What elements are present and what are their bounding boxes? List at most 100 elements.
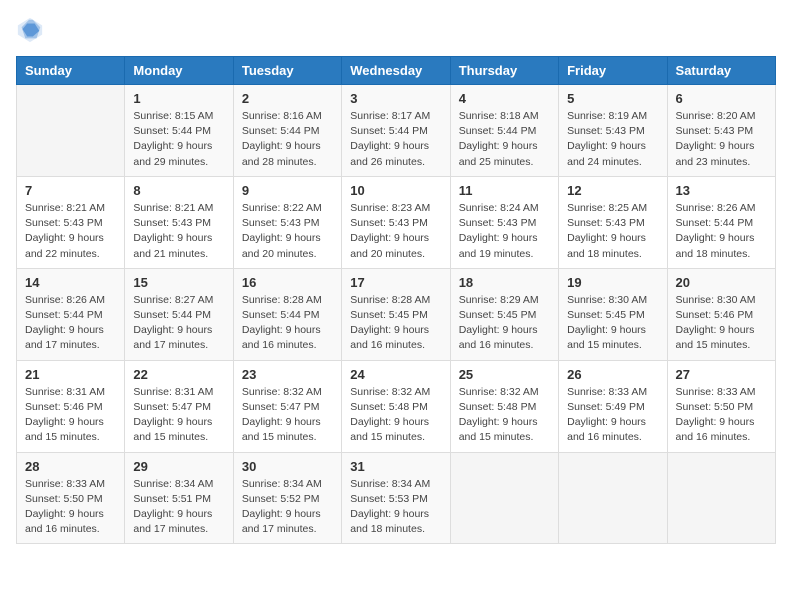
day-number: 30 [242, 459, 333, 474]
calendar-cell: 29Sunrise: 8:34 AM Sunset: 5:51 PM Dayli… [125, 452, 233, 544]
day-info: Sunrise: 8:18 AM Sunset: 5:44 PM Dayligh… [459, 109, 550, 170]
day-info: Sunrise: 8:24 AM Sunset: 5:43 PM Dayligh… [459, 201, 550, 262]
calendar-cell: 25Sunrise: 8:32 AM Sunset: 5:48 PM Dayli… [450, 360, 558, 452]
day-number: 21 [25, 367, 116, 382]
column-header-tuesday: Tuesday [233, 57, 341, 85]
day-number: 2 [242, 91, 333, 106]
calendar-cell: 14 Sunrise: 8:26 AM Sunset: 5:44 PM Dayli… [17, 268, 125, 360]
calendar-header-row: SundayMondayTuesdayWednesdayThursdayFrid… [17, 57, 776, 85]
day-number: 31 [350, 459, 441, 474]
day-info: Sunrise: 8:26 AM Sunset: 5:44 PM Dayligh… [25, 293, 116, 354]
day-info: Sunrise: 8:34 AM Sunset: 5:51 PM Dayligh… [133, 477, 224, 538]
calendar-week-row: 1 Sunrise: 8:15 AM Sunset: 5:44 PM Daylig… [17, 85, 776, 177]
day-number: 16 [242, 275, 333, 290]
day-info: Sunrise: 8:19 AM Sunset: 5:43 PM Dayligh… [567, 109, 658, 170]
day-info: Sunrise: 8:25 AM Sunset: 5:43 PM Dayligh… [567, 201, 658, 262]
day-info: Sunrise: 8:28 AM Sunset: 5:44 PM Dayligh… [242, 293, 333, 354]
calendar-cell: 6 Sunrise: 8:20 AM Sunset: 5:43 PM Daylig… [667, 85, 775, 177]
day-info: Sunrise: 8:33 AM Sunset: 5:49 PM Dayligh… [567, 385, 658, 446]
day-number: 12 [567, 183, 658, 198]
day-info: Sunrise: 8:33 AM Sunset: 5:50 PM Dayligh… [25, 477, 116, 538]
day-number: 3 [350, 91, 441, 106]
calendar-week-row: 21 Sunrise: 8:31 AM Sunset: 5:46 PM Dayli… [17, 360, 776, 452]
day-info: Sunrise: 8:30 AM Sunset: 5:46 PM Dayligh… [676, 293, 767, 354]
calendar-cell: 3 Sunrise: 8:17 AM Sunset: 5:44 PM Daylig… [342, 85, 450, 177]
calendar-cell: 31Sunrise: 8:34 AM Sunset: 5:53 PM Dayli… [342, 452, 450, 544]
header [16, 16, 776, 44]
day-info: Sunrise: 8:17 AM Sunset: 5:44 PM Dayligh… [350, 109, 441, 170]
day-info: Sunrise: 8:23 AM Sunset: 5:43 PM Dayligh… [350, 201, 441, 262]
day-number: 23 [242, 367, 333, 382]
day-info: Sunrise: 8:15 AM Sunset: 5:44 PM Dayligh… [133, 109, 224, 170]
day-number: 20 [676, 275, 767, 290]
day-info: Sunrise: 8:21 AM Sunset: 5:43 PM Dayligh… [25, 201, 116, 262]
day-number: 24 [350, 367, 441, 382]
calendar-cell: 15 Sunrise: 8:27 AM Sunset: 5:44 PM Dayli… [125, 268, 233, 360]
column-header-saturday: Saturday [667, 57, 775, 85]
day-number: 5 [567, 91, 658, 106]
day-info: Sunrise: 8:16 AM Sunset: 5:44 PM Dayligh… [242, 109, 333, 170]
day-number: 14 [25, 275, 116, 290]
calendar-cell: 18Sunrise: 8:29 AM Sunset: 5:45 PM Dayli… [450, 268, 558, 360]
column-header-sunday: Sunday [17, 57, 125, 85]
logo [16, 16, 48, 44]
day-number: 15 [133, 275, 224, 290]
calendar-cell: 10 Sunrise: 8:23 AM Sunset: 5:43 PM Dayli… [342, 176, 450, 268]
day-number: 6 [676, 91, 767, 106]
day-number: 26 [567, 367, 658, 382]
calendar-cell: 20 Sunrise: 8:30 AM Sunset: 5:46 PM Dayli… [667, 268, 775, 360]
day-number: 4 [459, 91, 550, 106]
calendar-cell: 4 Sunrise: 8:18 AM Sunset: 5:44 PM Daylig… [450, 85, 558, 177]
day-info: Sunrise: 8:20 AM Sunset: 5:43 PM Dayligh… [676, 109, 767, 170]
day-info: Sunrise: 8:33 AM Sunset: 5:50 PM Dayligh… [676, 385, 767, 446]
calendar-week-row: 14 Sunrise: 8:26 AM Sunset: 5:44 PM Dayli… [17, 268, 776, 360]
day-number: 18 [459, 275, 550, 290]
day-info: Sunrise: 8:28 AM Sunset: 5:45 PM Dayligh… [350, 293, 441, 354]
column-header-wednesday: Wednesday [342, 57, 450, 85]
day-number: 1 [133, 91, 224, 106]
day-number: 8 [133, 183, 224, 198]
calendar-cell: 21 Sunrise: 8:31 AM Sunset: 5:46 PM Dayli… [17, 360, 125, 452]
calendar-table: SundayMondayTuesdayWednesdayThursdayFrid… [16, 56, 776, 544]
calendar-week-row: 7 Sunrise: 8:21 AM Sunset: 5:43 PM Daylig… [17, 176, 776, 268]
day-number: 11 [459, 183, 550, 198]
day-info: Sunrise: 8:26 AM Sunset: 5:44 PM Dayligh… [676, 201, 767, 262]
calendar-cell [667, 452, 775, 544]
calendar-cell: 7 Sunrise: 8:21 AM Sunset: 5:43 PM Daylig… [17, 176, 125, 268]
day-number: 17 [350, 275, 441, 290]
day-number: 19 [567, 275, 658, 290]
day-number: 22 [133, 367, 224, 382]
day-number: 7 [25, 183, 116, 198]
column-header-monday: Monday [125, 57, 233, 85]
day-number: 10 [350, 183, 441, 198]
day-info: Sunrise: 8:32 AM Sunset: 5:47 PM Dayligh… [242, 385, 333, 446]
day-info: Sunrise: 8:31 AM Sunset: 5:46 PM Dayligh… [25, 385, 116, 446]
calendar-cell [559, 452, 667, 544]
calendar-cell: 22 Sunrise: 8:31 AM Sunset: 5:47 PM Dayli… [125, 360, 233, 452]
calendar-cell: 13Sunrise: 8:26 AM Sunset: 5:44 PM Dayli… [667, 176, 775, 268]
calendar-cell: 28 Sunrise: 8:33 AM Sunset: 5:50 PM Dayli… [17, 452, 125, 544]
logo-icon [16, 16, 44, 44]
day-number: 9 [242, 183, 333, 198]
day-number: 28 [25, 459, 116, 474]
calendar-cell: 19 Sunrise: 8:30 AM Sunset: 5:45 PM Dayli… [559, 268, 667, 360]
calendar-cell: 8 Sunrise: 8:21 AM Sunset: 5:43 PM Daylig… [125, 176, 233, 268]
day-info: Sunrise: 8:30 AM Sunset: 5:45 PM Dayligh… [567, 293, 658, 354]
calendar-cell: 17 Sunrise: 8:28 AM Sunset: 5:45 PM Dayli… [342, 268, 450, 360]
calendar-cell: 9 Sunrise: 8:22 AM Sunset: 5:43 PM Daylig… [233, 176, 341, 268]
day-info: Sunrise: 8:31 AM Sunset: 5:47 PM Dayligh… [133, 385, 224, 446]
calendar-cell: 11 Sunrise: 8:24 AM Sunset: 5:43 PM Dayli… [450, 176, 558, 268]
calendar-cell: 1 Sunrise: 8:15 AM Sunset: 5:44 PM Daylig… [125, 85, 233, 177]
calendar-cell: 27Sunrise: 8:33 AM Sunset: 5:50 PM Dayli… [667, 360, 775, 452]
column-header-thursday: Thursday [450, 57, 558, 85]
day-info: Sunrise: 8:21 AM Sunset: 5:43 PM Dayligh… [133, 201, 224, 262]
day-info: Sunrise: 8:22 AM Sunset: 5:43 PM Dayligh… [242, 201, 333, 262]
day-info: Sunrise: 8:34 AM Sunset: 5:52 PM Dayligh… [242, 477, 333, 538]
calendar-cell: 2 Sunrise: 8:16 AM Sunset: 5:44 PM Daylig… [233, 85, 341, 177]
day-info: Sunrise: 8:27 AM Sunset: 5:44 PM Dayligh… [133, 293, 224, 354]
day-info: Sunrise: 8:32 AM Sunset: 5:48 PM Dayligh… [459, 385, 550, 446]
day-info: Sunrise: 8:32 AM Sunset: 5:48 PM Dayligh… [350, 385, 441, 446]
calendar-cell [450, 452, 558, 544]
calendar-cell: 24 Sunrise: 8:32 AM Sunset: 5:48 PM Dayli… [342, 360, 450, 452]
calendar-week-row: 28 Sunrise: 8:33 AM Sunset: 5:50 PM Dayli… [17, 452, 776, 544]
